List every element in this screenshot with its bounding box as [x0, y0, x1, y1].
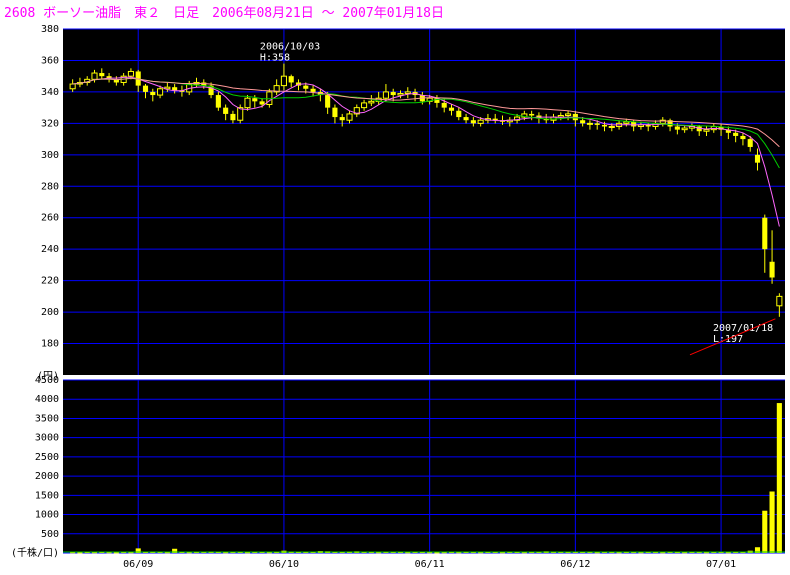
- price-tick-label: 240: [41, 244, 59, 255]
- x-tick-label: 06/09: [123, 559, 153, 570]
- candle-body-down: [325, 95, 331, 108]
- x-tick-label: 07/01: [706, 559, 736, 570]
- x-tick-label: 06/10: [269, 559, 299, 570]
- volume-panel-background: [63, 380, 785, 553]
- candle-body-up: [586, 122, 593, 125]
- volume-bar: [769, 491, 775, 553]
- volume-bar: [77, 552, 83, 554]
- candle-body-up: [681, 127, 688, 131]
- candle-body-up: [157, 88, 164, 96]
- high-annotation-value: H:358: [260, 53, 290, 64]
- candle-body-down: [339, 117, 345, 121]
- candle-body-up: [477, 119, 484, 124]
- candle-body-down: [172, 87, 178, 91]
- candle-body-down: [594, 123, 600, 125]
- candle-body-down: [769, 261, 775, 278]
- candle-body-down: [456, 110, 462, 118]
- candle-body-down: [674, 126, 680, 130]
- price-tick-label: 180: [41, 339, 59, 350]
- candle-body-down: [303, 85, 309, 89]
- candle-body-up: [382, 91, 389, 99]
- candle-body-down: [747, 139, 753, 147]
- price-tick-label: 300: [41, 150, 59, 161]
- candle-body-down: [142, 85, 149, 92]
- candle-body-down: [645, 124, 651, 127]
- x-tick-label: 06/11: [415, 559, 445, 570]
- volume-bar: [762, 510, 768, 553]
- candle-body-down: [733, 132, 739, 136]
- candle-body-up: [368, 100, 375, 104]
- candle-body-down: [448, 107, 455, 111]
- candle-body-up: [91, 72, 98, 80]
- candle-body-up: [623, 121, 630, 124]
- candle-body-up: [69, 83, 76, 90]
- candle-body-down: [740, 135, 746, 140]
- price-panel-background: [63, 29, 785, 375]
- candle-body-down: [150, 91, 156, 96]
- price-tick-label: 260: [41, 213, 59, 224]
- price-tick-label: 320: [41, 118, 59, 129]
- candle-body-up: [565, 113, 572, 116]
- candle-body-down: [470, 120, 476, 124]
- candle-body-down: [99, 73, 105, 77]
- candle-body-down: [601, 124, 608, 127]
- volume-tick-label: 1500: [35, 490, 59, 501]
- candle-body-up: [397, 92, 404, 96]
- candle-body-up: [346, 113, 353, 121]
- price-tick-label: 380: [41, 24, 59, 35]
- volume-tick-label: 4500: [35, 375, 59, 386]
- stock-chart: 380360340320300280260240220200180(円)4500…: [11, 24, 785, 570]
- volume-tick-label: 4000: [35, 394, 59, 405]
- price-tick-label: 360: [41, 55, 59, 66]
- volume-tick-label: 500: [41, 529, 59, 540]
- candle-body-up: [703, 129, 710, 132]
- candle-body-down: [580, 120, 586, 124]
- volume-axis-unit: (千株/口): [11, 546, 59, 559]
- volume-tick-label: 1000: [35, 510, 59, 521]
- candle-body-up: [404, 91, 411, 94]
- candle-body-down: [754, 154, 761, 163]
- candle-body-down: [441, 102, 447, 108]
- candle-body-down: [252, 98, 258, 102]
- candle-body-down: [223, 107, 229, 114]
- candle-body-down: [215, 95, 221, 108]
- candle-body-up: [280, 75, 287, 87]
- candle-body-up: [244, 97, 251, 109]
- high-annotation-date: 2006/10/03: [260, 42, 320, 53]
- volume-tick-label: 2500: [35, 452, 59, 463]
- candle-body-down: [631, 121, 637, 127]
- candle-body-down: [390, 91, 396, 96]
- candle-body-down: [762, 217, 768, 250]
- price-tick-label: 340: [41, 87, 59, 98]
- volume-tick-label: 3000: [35, 433, 59, 444]
- volume-bar: [434, 552, 440, 554]
- candle-body-down: [230, 113, 236, 121]
- volume-tick-label: 2000: [35, 471, 59, 482]
- candle-body-down: [310, 88, 316, 92]
- candle-body-up: [608, 126, 615, 129]
- price-tick-label: 200: [41, 307, 59, 318]
- price-tick-label: 280: [41, 181, 59, 192]
- candle-body-down: [288, 76, 294, 83]
- y-axis-ticks: 380360340320300280260240220200180(円)4500…: [11, 24, 59, 559]
- volume-bar: [776, 403, 782, 553]
- candle-body-up: [361, 102, 368, 109]
- candle-body-down: [259, 101, 265, 105]
- price-tick-label: 220: [41, 276, 59, 287]
- candle-body-down: [529, 113, 535, 116]
- x-tick-label: 06/12: [560, 559, 590, 570]
- candle-body-up: [127, 70, 134, 77]
- candle-body-up: [776, 295, 783, 307]
- volume-bar: [113, 552, 119, 554]
- candle-body-down: [332, 107, 338, 118]
- candle-body-down: [463, 117, 469, 121]
- volume-tick-label: 3500: [35, 413, 59, 424]
- x-axis-ticks: 06/09 06/10 06/11 06/12 07/01: [123, 559, 736, 570]
